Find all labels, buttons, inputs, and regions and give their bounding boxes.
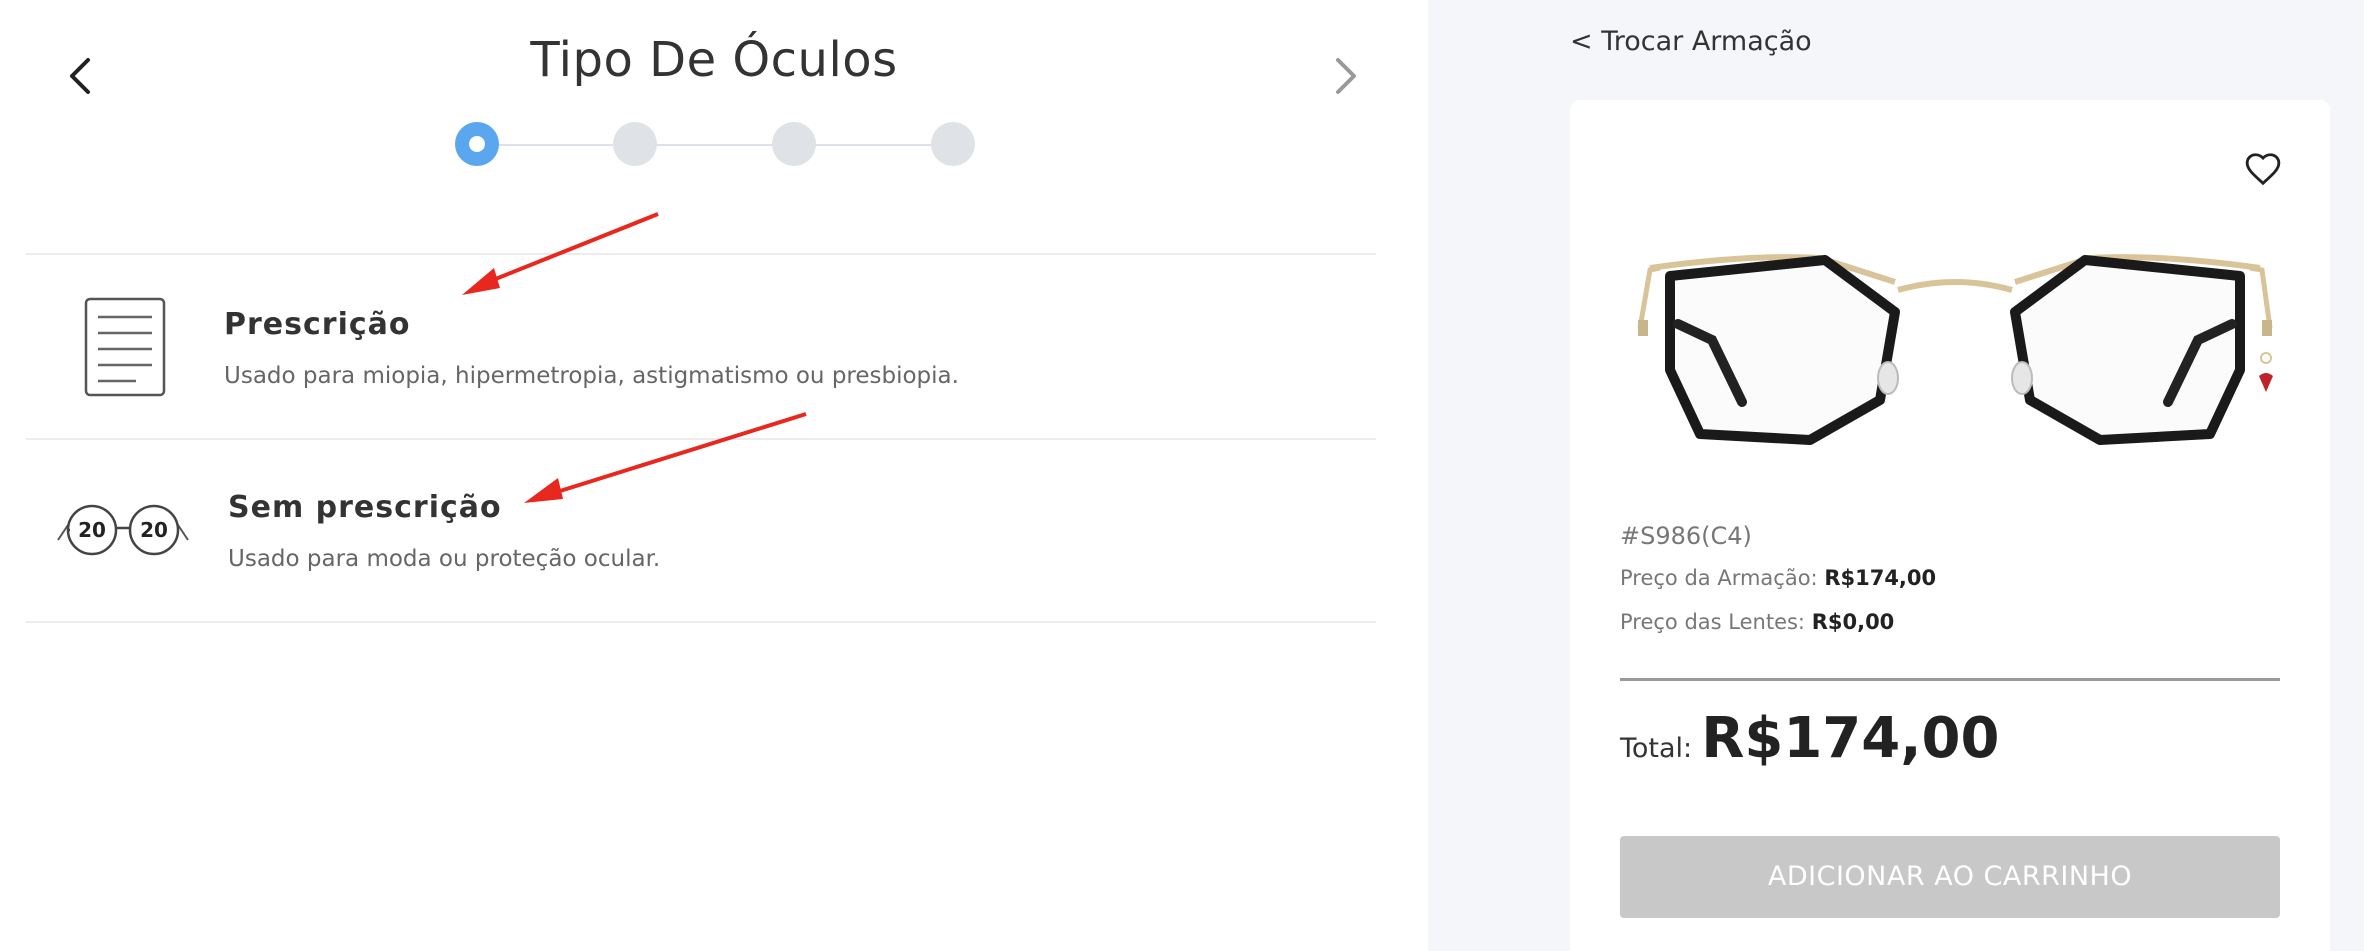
option-description: Usado para miopia, hipermetropia, astigm… bbox=[224, 363, 959, 389]
add-to-cart-button[interactable]: ADICIONAR AO CARRINHO bbox=[1620, 836, 2280, 918]
summary-divider bbox=[1620, 678, 2280, 681]
lens-price-line: Preço das Lentes: R$0,00 bbox=[1620, 610, 1894, 634]
step-2 bbox=[613, 122, 657, 166]
heart-icon[interactable] bbox=[2244, 150, 2282, 188]
option-title: Prescrição bbox=[224, 307, 411, 342]
option-prescription[interactable]: Prescrição Usado para miopia, hipermetro… bbox=[26, 253, 1376, 438]
total-label: Total: bbox=[1620, 733, 1693, 764]
option-no-prescription[interactable]: 20 20 Sem prescrição Usado para moda ou … bbox=[26, 438, 1376, 623]
lens-type-panel: Tipo De Óculos Prescrição Usado para mio… bbox=[0, 0, 1428, 951]
20-20-glasses-icon: 20 20 bbox=[57, 504, 189, 556]
product-sku: #S986(C4) bbox=[1620, 522, 1752, 550]
frame-price-line: Preço da Armação: R$174,00 bbox=[1620, 566, 1936, 590]
order-summary-panel: < Trocar Armação #S986(C4) Preço da Arma… bbox=[1428, 0, 2364, 951]
step-4 bbox=[931, 122, 975, 166]
eyeglasses-image bbox=[1637, 254, 2273, 445]
step-1 bbox=[455, 122, 499, 166]
document-icon bbox=[84, 297, 166, 397]
frame-price-value: R$174,00 bbox=[1824, 566, 1937, 590]
next-step-button[interactable] bbox=[1314, 48, 1374, 108]
option-title: Sem prescrição bbox=[228, 490, 502, 525]
option-description: Usado para moda ou proteção ocular. bbox=[228, 546, 661, 572]
lens-price-value: R$0,00 bbox=[1811, 610, 1895, 634]
icon-text-left: 20 bbox=[78, 518, 106, 542]
page-title: Tipo De Óculos bbox=[530, 32, 898, 88]
total-line: Total: R$174,00 bbox=[1620, 706, 1999, 771]
progress-stepper bbox=[455, 122, 975, 168]
change-frame-link[interactable]: < Trocar Armação bbox=[1570, 26, 1812, 57]
total-value: R$174,00 bbox=[1701, 706, 2000, 771]
chevron-right-icon bbox=[1336, 58, 1356, 94]
product-card: #S986(C4) Preço da Armação: R$174,00 Pre… bbox=[1570, 100, 2330, 951]
frame-price-label: Preço da Armação: bbox=[1620, 566, 1818, 590]
stepper-track bbox=[477, 144, 953, 146]
step-3 bbox=[772, 122, 816, 166]
lens-price-label: Preço das Lentes: bbox=[1620, 610, 1806, 634]
icon-text-right: 20 bbox=[140, 518, 168, 542]
